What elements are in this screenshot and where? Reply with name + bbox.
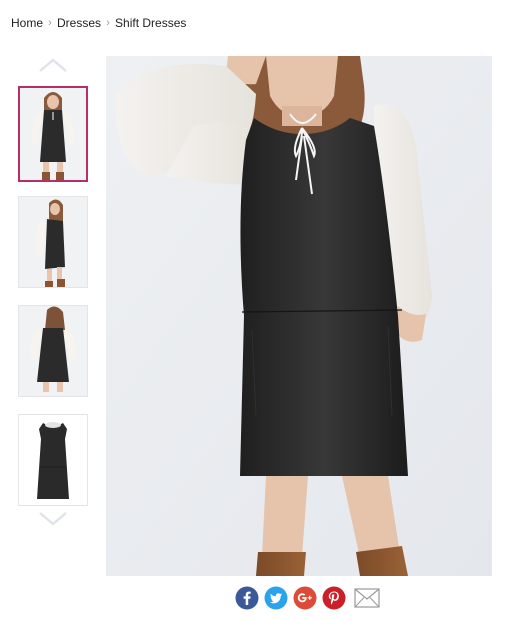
pinterest-icon [322,586,346,610]
google-plus-share-button[interactable] [293,586,317,610]
thumbnail-front[interactable] [18,86,88,182]
product-main-image[interactable] [106,56,492,576]
thumbnail-side-image [19,197,87,287]
breadcrumb-shift-dresses-link[interactable]: Shift Dresses [115,16,186,30]
breadcrumb-home-link[interactable]: Home [11,16,43,30]
twitter-share-button[interactable] [264,586,288,610]
email-share-button[interactable] [354,588,380,608]
thumbnail-back-image [19,306,87,396]
chevron-down-icon [39,512,67,526]
twitter-icon [264,586,288,610]
thumbnail-side[interactable] [18,196,88,288]
breadcrumb-dresses-link[interactable]: Dresses [57,16,101,30]
chevron-up-icon [39,58,67,72]
google-plus-icon [293,586,317,610]
share-bar [235,585,380,611]
model-photo [106,56,492,576]
breadcrumb-separator: › [106,17,110,29]
facebook-icon [235,586,259,610]
thumbnail-flat-image [19,415,87,505]
thumbnail-flat[interactable] [18,414,88,506]
breadcrumb: Home › Dresses › Shift Dresses [11,15,186,31]
facebook-share-button[interactable] [235,586,259,610]
thumbnail-back[interactable] [18,305,88,397]
gallery-up-button[interactable] [37,56,69,74]
gallery-down-button[interactable] [37,510,69,528]
pinterest-share-button[interactable] [322,586,346,610]
breadcrumb-separator: › [48,17,52,29]
mail-icon [354,588,380,608]
thumbnail-front-image [20,88,86,180]
